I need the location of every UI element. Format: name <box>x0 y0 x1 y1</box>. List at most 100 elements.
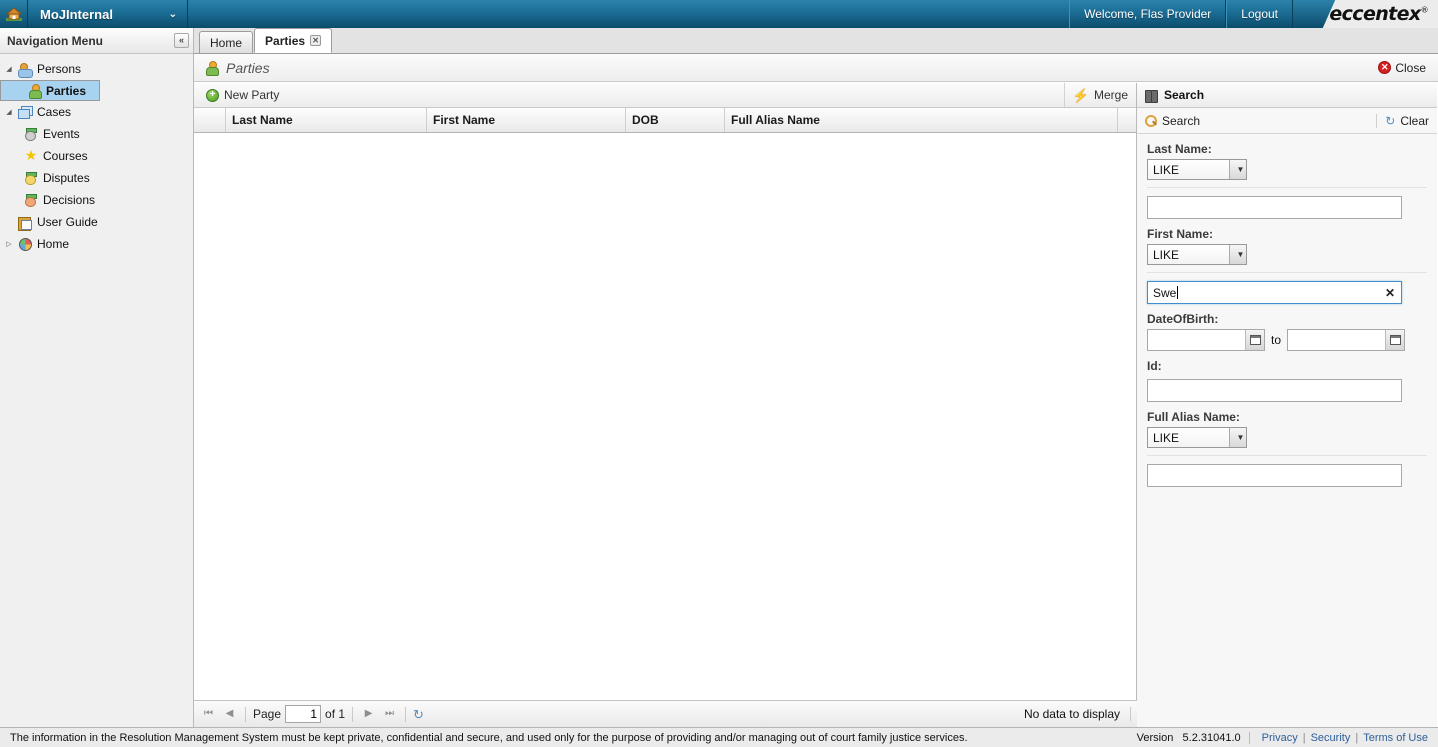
security-link[interactable]: Security <box>1311 732 1351 744</box>
last-name-operator-select[interactable]: LIKE ▼ <box>1147 159 1247 180</box>
page-number-input[interactable] <box>285 705 322 723</box>
expander-icon[interactable]: ▷ <box>2 240 16 248</box>
chevron-down-icon: ⌄ <box>168 8 177 20</box>
home-glyph <box>5 6 22 21</box>
sidebar-item-parties[interactable]: Parties <box>0 80 100 101</box>
last-page-button[interactable]: ⏭ <box>381 706 398 723</box>
sidebar-item-user-guide[interactable]: User Guide <box>0 211 193 233</box>
full-alias-operator-select[interactable]: LIKE ▼ <box>1147 427 1247 448</box>
expander-icon[interactable]: ◢ <box>2 65 16 73</box>
merge-button[interactable]: ⚡ Merge <box>1063 83 1136 107</box>
tab-parties[interactable]: Parties ✕ <box>254 28 333 53</box>
refresh-icon[interactable]: ↻ <box>413 708 424 721</box>
sidebar-item-label: Parties <box>46 83 87 98</box>
clear-icon: ↻ <box>1385 113 1396 128</box>
sidebar-item-decisions[interactable]: Decisions <box>0 189 193 211</box>
tab-strip: Home Parties ✕ <box>194 28 1438 54</box>
full-alias-name-input[interactable] <box>1147 464 1402 487</box>
clear-button-label: Clear <box>1400 113 1429 128</box>
sidebar-item-label: Persons <box>37 62 82 76</box>
sidebar-item-disputes[interactable]: Disputes <box>0 167 193 189</box>
field-label: Id: <box>1147 359 1162 373</box>
logout-button[interactable]: Logout <box>1226 0 1293 28</box>
divider <box>405 706 407 722</box>
dob-to-value[interactable] <box>1288 330 1385 350</box>
field-first-name: First Name: LIKE ▼ Swe ✕ <box>1147 219 1427 304</box>
home-icon[interactable] <box>0 0 28 28</box>
column-header-first-name[interactable]: First Name <box>427 108 626 132</box>
field-label: DateOfBirth: <box>1147 312 1219 326</box>
field-label: Full Alias Name: <box>1147 410 1240 424</box>
sidebar-item-events[interactable]: Events <box>0 123 193 145</box>
dob-to-field[interactable] <box>1287 329 1406 351</box>
last-name-input[interactable] <box>1147 196 1402 219</box>
sidebar-item-persons[interactable]: ◢ Persons <box>0 58 193 80</box>
party-icon <box>23 84 42 99</box>
app-name: MoJInternal <box>40 6 113 22</box>
first-name-operator-select[interactable]: LIKE ▼ <box>1147 244 1247 265</box>
sidebar-item-label: User Guide <box>37 215 98 229</box>
clear-button[interactable]: ↻ Clear <box>1385 114 1429 128</box>
divider <box>245 706 246 722</box>
version-value: 5.2.31041.0 <box>1182 731 1241 744</box>
lightning-icon: ⚡ <box>1072 87 1089 103</box>
divider <box>1147 187 1427 188</box>
id-input[interactable] <box>1147 379 1402 402</box>
collapse-sidebar-button[interactable]: « <box>174 33 189 48</box>
sidebar-item-label: Disputes <box>43 171 90 185</box>
search-button[interactable]: Search <box>1145 114 1200 128</box>
date-range-row: to <box>1147 329 1427 351</box>
new-party-label: New Party <box>224 88 280 102</box>
plus-icon: + <box>206 88 219 102</box>
merge-label: Merge <box>1093 88 1128 102</box>
page-footer: The information in the Resolution Manage… <box>0 727 1438 747</box>
dob-from-value[interactable] <box>1148 330 1245 350</box>
first-name-input[interactable]: Swe ✕ <box>1147 281 1402 304</box>
divider <box>1376 113 1378 128</box>
sidebar-item-label: Events <box>43 127 80 141</box>
grid-header-row: Last Name First Name DOB Full Alias Name <box>194 108 1136 133</box>
search-panel-actions: Search ↻ Clear <box>1137 108 1437 134</box>
close-icon[interactable]: ✕ <box>310 35 322 46</box>
clear-input-icon[interactable]: ✕ <box>1385 286 1395 300</box>
column-header-dob[interactable]: DOB <box>626 108 725 132</box>
new-party-button[interactable]: + New Party <box>200 83 285 107</box>
search-fields: Last Name: LIKE ▼ First Name: LIKE ▼ Swe… <box>1137 134 1437 487</box>
previous-page-button[interactable]: ◀ <box>221 706 238 723</box>
split-container: + New Party ⚡ Merge Last Name First Name… <box>194 83 1438 727</box>
sidebar-item-home[interactable]: ▷ Home <box>0 233 193 255</box>
privacy-link[interactable]: Privacy <box>1262 732 1298 744</box>
search-panel-title: Search <box>1164 88 1205 102</box>
calendar-icon[interactable] <box>1385 330 1405 350</box>
content-area: Parties ✕ Close + New Party ⚡ Merge Last… <box>194 54 1438 727</box>
divider <box>352 706 354 722</box>
chevron-down-icon: ▼ <box>1229 160 1246 179</box>
column-header-select[interactable] <box>194 108 226 132</box>
sidebar-item-courses[interactable]: ★ Courses <box>0 145 193 167</box>
calendar-icon[interactable] <box>1245 330 1264 350</box>
separator: | <box>1355 731 1359 744</box>
navigation-tree: ◢ Persons Parties ◢ Cases Events ★ Cours… <box>0 54 193 255</box>
date-range-to-label: to <box>1271 333 1282 347</box>
star-icon: ★ <box>24 146 38 163</box>
first-page-button[interactable]: ⏮ <box>200 706 217 723</box>
column-header-last-name[interactable]: Last Name <box>226 108 427 132</box>
sidebar-item-label: Courses <box>43 149 88 163</box>
expander-icon[interactable]: ◢ <box>2 108 16 116</box>
tab-label: Home <box>210 35 243 50</box>
next-page-button[interactable]: ▶ <box>360 706 377 723</box>
sidebar-item-cases[interactable]: ◢ Cases <box>0 101 193 123</box>
footer-links: Privacy | Security | Terms of Use <box>1250 732 1428 744</box>
dob-from-field[interactable] <box>1147 329 1265 351</box>
text-cursor <box>1177 286 1179 299</box>
app-switcher[interactable]: MoJInternal ⌄ <box>28 0 188 28</box>
close-label: Close <box>1395 60 1426 75</box>
operator-value: LIKE <box>1153 162 1180 177</box>
terms-of-use-link[interactable]: Terms of Use <box>1363 732 1428 744</box>
registered-mark: ® <box>1420 5 1429 15</box>
tab-home[interactable]: Home <box>199 31 254 53</box>
globe-icon <box>16 237 34 251</box>
column-header-full-alias-name[interactable]: Full Alias Name <box>725 108 1118 132</box>
close-button[interactable]: ✕ Close <box>1378 61 1430 75</box>
